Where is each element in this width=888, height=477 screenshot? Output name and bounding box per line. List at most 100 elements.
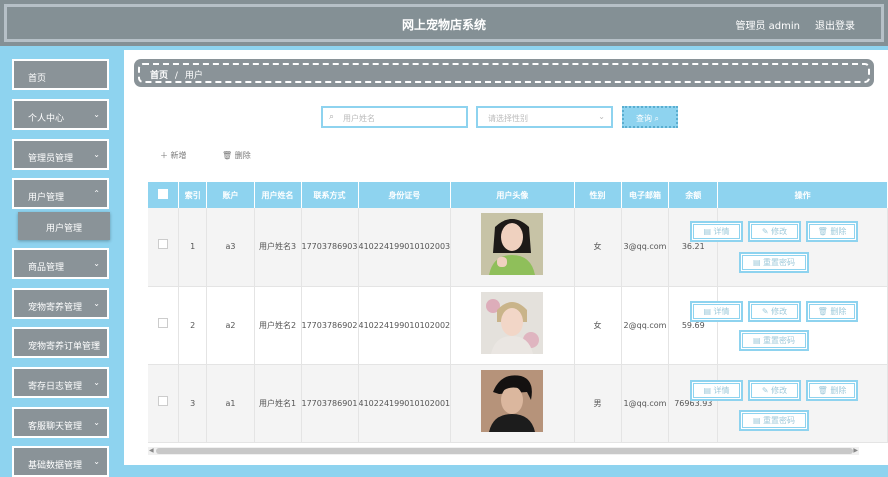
sidebar-item-chat[interactable]: 客服聊天管理 ⌄ — [12, 407, 109, 438]
breadcrumb-border — [138, 63, 870, 83]
edit-button[interactable]: ✎ 修改 — [748, 380, 801, 401]
chevron-down-icon: ⌄ — [93, 418, 100, 427]
delete-label: 删除 — [234, 151, 251, 160]
edit-label: 修改 — [771, 307, 788, 316]
sidebar-item-basic-data[interactable]: 基础数据管理 ⌄ — [12, 446, 109, 477]
submenu-user-management[interactable]: 用户管理 — [18, 212, 110, 240]
sidebar-item-boarding[interactable]: 宠物寄养管理 ⌄ — [12, 288, 109, 319]
cell-email: 3@qq.com — [621, 208, 670, 287]
sidebar-item-profile[interactable]: 个人中心 ⌄ — [12, 99, 109, 130]
trash-icon: 🗑 — [817, 227, 828, 236]
chevron-down-icon: ⌄ — [93, 259, 100, 268]
row-delete-button[interactable]: 🗑 删除 — [806, 380, 858, 401]
query-button[interactable]: 查询 ⌕ — [622, 106, 678, 128]
cell-balance: 59.69 — [668, 286, 719, 365]
sidebar-item-products[interactable]: 商品管理 ⌄ — [12, 248, 109, 279]
scroll-left-icon[interactable]: ◀ — [149, 447, 154, 454]
row-delete-label: 删除 — [830, 386, 847, 395]
row-checkbox[interactable] — [148, 208, 179, 287]
search-placeholder: 用户姓名 — [343, 114, 375, 123]
cell-id-card: 410224199010102002 — [358, 286, 452, 365]
cell-gender: 女 — [574, 208, 622, 287]
logout-link[interactable]: 退出登录 — [815, 17, 855, 32]
reset-password-button[interactable]: ▤ 重置密码 — [739, 252, 809, 273]
detail-label: 详情 — [713, 307, 730, 316]
row-delete-button[interactable]: 🗑 删除 — [806, 301, 858, 322]
sidebar-item-home[interactable]: 首页 — [12, 59, 109, 90]
breadcrumb-text: 首页 / 用户 — [150, 68, 203, 81]
chevron-down-icon: ⌄ — [93, 338, 100, 347]
scroll-right-icon[interactable]: ▶ — [853, 447, 858, 454]
select-placeholder: 请选择性别 — [488, 114, 528, 123]
edit-button[interactable]: ✎ 修改 — [748, 301, 801, 322]
cell-id-card: 410224199010102003 — [358, 208, 452, 287]
avatar — [481, 291, 544, 354]
reset-password-button[interactable]: ▤ 重置密码 — [739, 330, 809, 351]
add-button[interactable]: ＋ 新增 — [160, 150, 187, 161]
row-checkbox[interactable] — [148, 364, 179, 443]
detail-button[interactable]: ▤ 详情 — [690, 221, 743, 242]
sidebar-item-label: 宠物寄养管理 — [28, 303, 83, 313]
main-content: 首页 / 用户 ⌕ 用户姓名 请选择性别 ⌄ 查询 ⌕ ＋ 新增 🗑 删除 索引… — [124, 50, 888, 465]
breadcrumb-home[interactable]: 首页 — [150, 71, 168, 81]
detail-button[interactable]: ▤ 详情 — [690, 380, 743, 401]
cell-avatar — [450, 208, 575, 287]
sidebar-item-users[interactable]: 用户管理 ⌃ — [12, 178, 109, 209]
col-header: 余额 — [668, 182, 719, 208]
chevron-down-icon: ⌄ — [93, 299, 100, 308]
reset-icon: ▤ — [752, 416, 761, 425]
cell-id-card: 410224199010102001 — [358, 364, 452, 443]
edit-icon: ✎ — [761, 386, 769, 395]
delete-button[interactable]: 🗑 删除 — [222, 150, 251, 161]
search-icon: ⌕ — [654, 114, 660, 123]
top-header: 网上宠物店系统 管理员 admin 退出登录 — [0, 0, 888, 46]
search-input[interactable]: ⌕ 用户姓名 — [321, 106, 468, 128]
detail-icon: ▤ — [703, 227, 711, 236]
cell-phone: 17703786901 — [301, 364, 359, 443]
sidebar-item-boarding-orders[interactable]: 宠物寄养订单管理 ⌄ — [12, 327, 109, 358]
detail-button[interactable]: ▤ 详情 — [690, 301, 743, 322]
detail-icon: ▤ — [703, 386, 711, 395]
cell-avatar — [450, 364, 575, 443]
cell-name: 用户姓名1 — [254, 364, 302, 443]
row-checkbox[interactable] — [148, 286, 179, 365]
sidebar-item-label: 客服聊天管理 — [28, 422, 83, 432]
reset-label: 重置密码 — [763, 416, 796, 425]
avatar — [481, 213, 544, 276]
sidebar-item-label: 用户管理 — [28, 193, 65, 203]
sidebar-item-storage-logs[interactable]: 寄存日志管理 ⌄ — [12, 367, 109, 398]
trash-icon: 🗑 — [222, 151, 233, 160]
cell-phone: 17703786903 — [301, 208, 359, 287]
sidebar-item-label: 商品管理 — [28, 263, 65, 273]
breadcrumb: 首页 / 用户 — [134, 59, 874, 87]
query-label: 查询 — [636, 114, 652, 123]
edit-button[interactable]: ✎ 修改 — [748, 221, 801, 242]
edit-label: 修改 — [771, 227, 788, 236]
col-header: 联系方式 — [301, 182, 359, 208]
chevron-down-icon: ⌄ — [93, 378, 100, 387]
submenu-label: 用户管理 — [45, 224, 82, 234]
col-header: 账户 — [206, 182, 255, 208]
cell-actions — [717, 286, 888, 365]
scrollbar-thumb[interactable] — [156, 448, 853, 454]
col-header: 电子邮箱 — [621, 182, 670, 208]
reset-password-button[interactable]: ▤ 重置密码 — [739, 410, 809, 431]
breadcrumb-current: 用户 — [184, 71, 203, 81]
cell-account: a2 — [206, 286, 255, 365]
col-header: 操作 — [717, 182, 888, 208]
cell-gender: 女 — [574, 286, 622, 365]
sidebar-item-admins[interactable]: 管理员管理 ⌄ — [12, 139, 109, 170]
sidebar-item-label: 个人中心 — [28, 114, 65, 124]
cell-balance: 76963.93 — [668, 364, 719, 443]
chevron-up-icon: ⌃ — [93, 189, 100, 198]
cell-actions — [717, 208, 888, 287]
sidebar-item-label: 寄存日志管理 — [28, 382, 83, 392]
row-delete-button[interactable]: 🗑 删除 — [806, 221, 858, 242]
select-all-checkbox[interactable] — [148, 182, 179, 208]
cell-index: 2 — [178, 286, 208, 365]
cell-name: 用户姓名3 — [254, 208, 302, 287]
gender-select[interactable]: 请选择性别 ⌄ — [476, 106, 613, 128]
horizontal-scrollbar[interactable]: ◀ ▶ — [148, 447, 859, 455]
detail-icon: ▤ — [703, 307, 711, 316]
search-icon: ⌕ — [329, 112, 335, 122]
